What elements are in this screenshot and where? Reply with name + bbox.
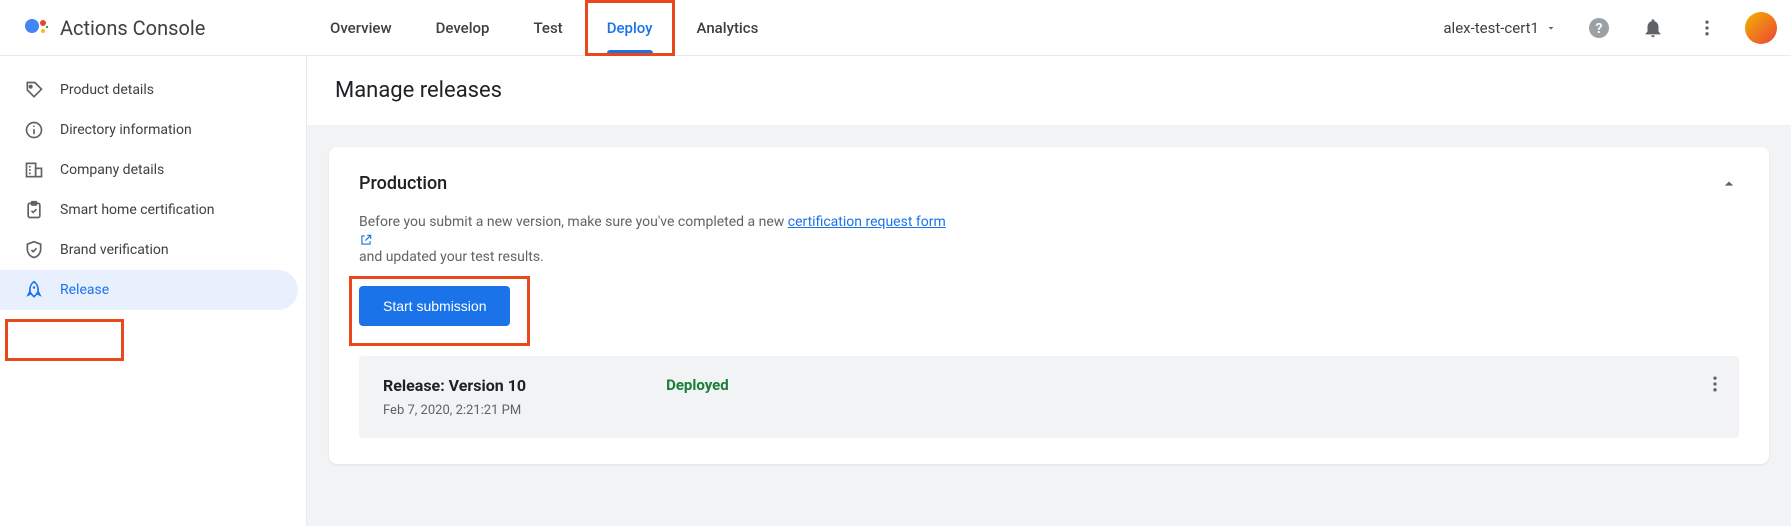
release-status: Deployed [666,376,729,394]
notifications-icon[interactable] [1633,8,1673,48]
sidebar-item-directory-info[interactable]: Directory information [0,110,298,150]
release-row[interactable]: Release: Version 10 Feb 7, 2020, 2:21:21… [359,356,1739,438]
tab-analytics[interactable]: Analytics [675,0,781,56]
avatar[interactable] [1745,12,1777,44]
tab-develop[interactable]: Develop [414,0,512,56]
card-title: Production [359,173,447,194]
hint-text: Before you submit a new version, make su… [359,212,1739,268]
start-submission-wrap: Start submission [359,286,510,326]
start-submission-button[interactable]: Start submission [359,286,510,326]
sidebar: Product details Directory information Co… [0,56,307,526]
hint-after: and updated your test results. [359,249,544,265]
clipboard-icon [24,200,44,220]
sidebar-item-product-details[interactable]: Product details [0,70,298,110]
info-icon [24,120,44,140]
rocket-icon [24,280,44,300]
shield-icon [24,240,44,260]
content-area: Production Before you submit a new versi… [307,125,1791,526]
main-tabs: Overview Develop Test Deploy Analytics [308,0,780,56]
sidebar-item-release[interactable]: Release [0,270,298,310]
hint-before: Before you submit a new version, make su… [359,214,788,230]
assistant-logo-icon [24,16,48,40]
external-link-icon [359,233,1739,247]
company-icon [24,160,44,180]
highlight-box [5,319,124,361]
sidebar-item-label: Company details [60,162,164,178]
tab-overview[interactable]: Overview [308,0,414,56]
sidebar-item-company-details[interactable]: Company details [0,150,298,190]
sidebar-item-brand-verification[interactable]: Brand verification [0,230,298,270]
more-vert-icon[interactable] [1687,8,1727,48]
sidebar-item-label: Brand verification [60,242,169,258]
header-right: alex-test-cert1 ? [1435,8,1783,48]
project-name: alex-test-cert1 [1443,19,1539,37]
app-title: Actions Console [60,16,205,40]
release-title: Release: Version 10 [383,376,526,395]
sidebar-item-label: Product details [60,82,154,98]
tag-icon [24,80,44,100]
svg-text:?: ? [1596,21,1603,37]
tab-deploy[interactable]: Deploy [585,0,675,56]
chevron-up-icon[interactable] [1719,174,1739,194]
top-header: Actions Console Overview Develop Test De… [0,0,1791,56]
help-icon[interactable]: ? [1579,8,1619,48]
sidebar-item-label: Smart home certification [60,202,214,218]
release-more-icon[interactable] [1705,374,1725,394]
release-date: Feb 7, 2020, 2:21:21 PM [383,403,526,418]
tab-test[interactable]: Test [511,0,584,56]
page-title: Manage releases [307,56,1791,125]
certification-link[interactable]: certification request form [788,214,946,230]
sidebar-item-smart-home-cert[interactable]: Smart home certification [0,190,298,230]
production-card: Production Before you submit a new versi… [329,147,1769,464]
project-selector[interactable]: alex-test-cert1 [1435,13,1565,43]
release-info: Release: Version 10 Feb 7, 2020, 2:21:21… [383,376,526,418]
sidebar-item-label: Release [60,282,109,298]
main-content: Manage releases Production Before you su… [307,56,1791,526]
body-layout: Product details Directory information Co… [0,56,1791,526]
sidebar-item-label: Directory information [60,122,192,138]
logo-section: Actions Console [8,16,298,40]
card-header: Production [359,173,1739,194]
chevron-down-icon [1545,22,1557,34]
